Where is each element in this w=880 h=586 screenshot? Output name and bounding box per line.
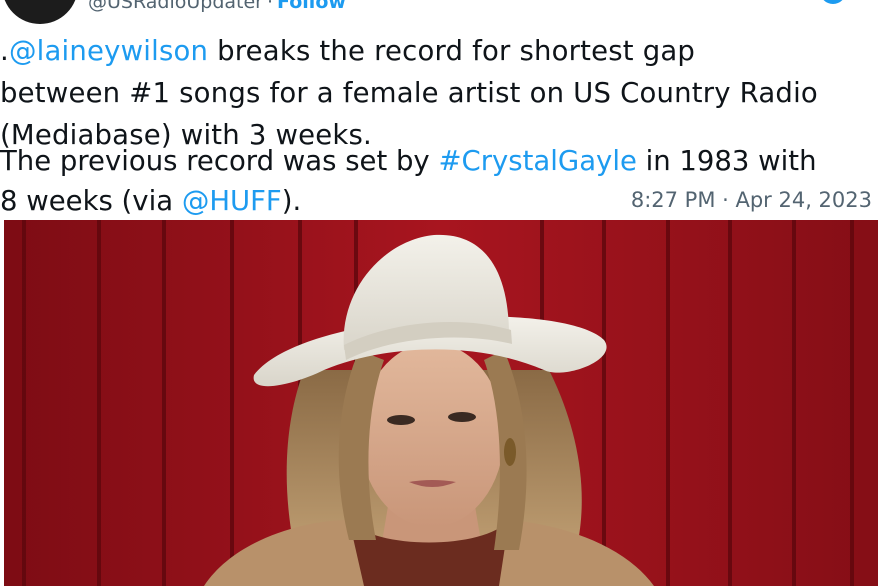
- photo-illustration: [4, 220, 878, 586]
- tweet-line-4: The previous record was set by #CrystalG…: [0, 140, 880, 180]
- tweet-line-1: .@laineywilson breaks the record for sho…: [0, 30, 880, 72]
- left-eye: [387, 415, 415, 425]
- user-handle-row: @USRadioUpdater · Follow: [88, 0, 346, 13]
- text-prefix: .: [0, 35, 9, 67]
- user-handle[interactable]: @USRadioUpdater: [88, 0, 263, 13]
- text-segment: ).: [281, 185, 302, 217]
- tweet-body: .@laineywilson breaks the record for sho…: [0, 30, 880, 156]
- face: [360, 343, 504, 527]
- text-segment: 8 weeks (via: [0, 185, 182, 217]
- tweet-photo[interactable]: [4, 220, 878, 586]
- tweet-timestamp[interactable]: 8:27 PM · Apr 24, 2023: [631, 188, 872, 212]
- follow-button[interactable]: Follow: [277, 0, 346, 13]
- mention-link-laineywilson[interactable]: @laineywilson: [9, 35, 208, 67]
- separator-dot: ·: [266, 0, 274, 13]
- text-segment: breaks the record for shortest gap: [208, 35, 696, 67]
- text-segment: in 1983 with: [636, 145, 817, 177]
- tweet-line-2: between #1 songs for a female artist on …: [0, 77, 818, 109]
- hashtag-link-crystalgayle[interactable]: #CrystalGayle: [438, 145, 636, 177]
- earring: [504, 438, 516, 466]
- mention-link-huff[interactable]: @HUFF: [182, 185, 282, 217]
- avatar[interactable]: [2, 0, 78, 24]
- text-segment: The previous record was set by: [0, 145, 439, 177]
- twitter-logo-icon[interactable]: [820, 0, 846, 4]
- right-eye: [448, 412, 476, 422]
